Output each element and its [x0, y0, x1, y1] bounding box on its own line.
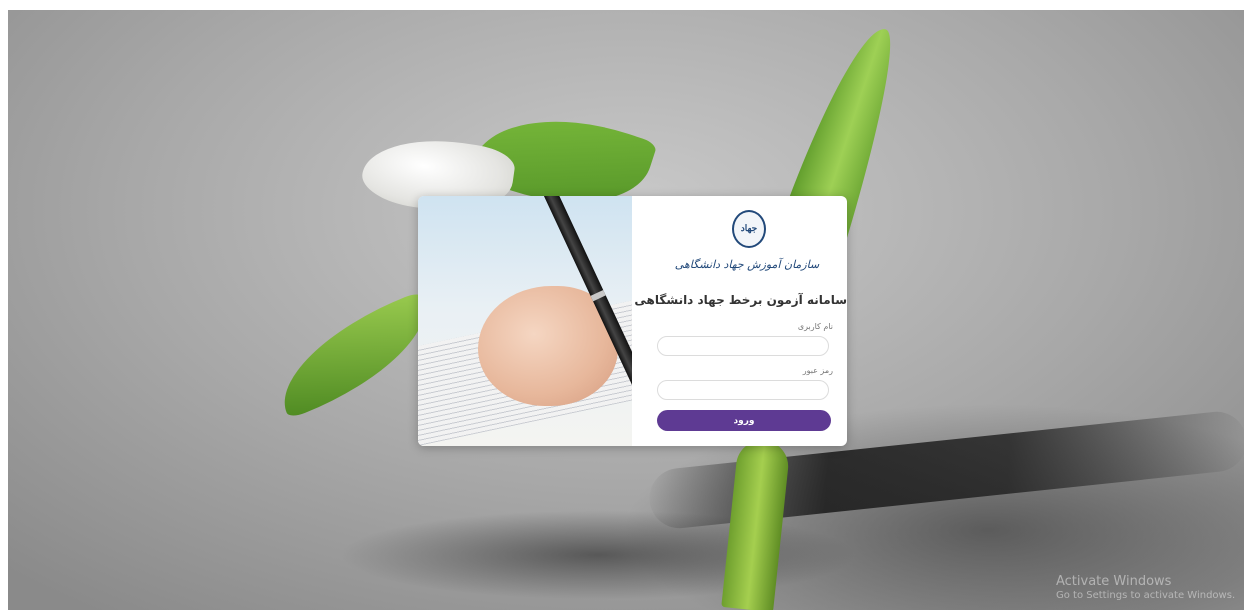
login-form: جهاد سازمان آموزش جهاد دانشگاهی سامانه آ…: [632, 196, 847, 446]
login-button[interactable]: ورود: [657, 410, 831, 431]
organization-name: سازمان آموزش جهاد دانشگاهی: [674, 257, 820, 271]
username-input[interactable]: [657, 336, 829, 356]
login-card: جهاد سازمان آموزش جهاد دانشگاهی سامانه آ…: [418, 196, 847, 446]
watermark-title: Activate Windows: [1056, 574, 1172, 589]
watermark-subtitle: Go to Settings to activate Windows.: [1056, 590, 1236, 601]
page-title: سامانه آزمون برخط جهاد دانشگاهی: [634, 293, 847, 307]
password-input[interactable]: [657, 380, 829, 400]
activation-watermark: Activate Windows Go to Settings to activ…: [1056, 575, 1235, 603]
writing-hand-image: [418, 196, 632, 446]
username-label: نام کاربری: [797, 322, 833, 331]
password-label: رمز عبور: [802, 366, 833, 375]
jahad-logo-icon: جهاد: [732, 210, 766, 248]
